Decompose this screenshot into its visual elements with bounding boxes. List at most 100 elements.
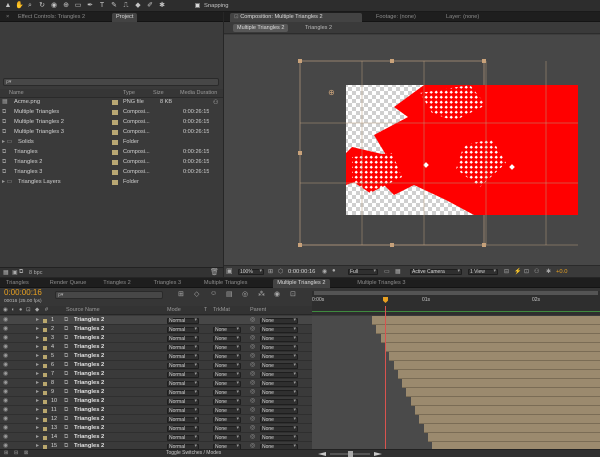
interpret-footage-icon[interactable]: ▦ bbox=[3, 269, 9, 276]
tab-timeline-0[interactable]: Triangles bbox=[2, 279, 33, 288]
visibility-eye-icon[interactable]: ◉ bbox=[3, 433, 8, 442]
new-comp-icon[interactable]: ⧉ bbox=[19, 269, 23, 276]
graph-editor-icon[interactable]: ⊡ bbox=[290, 290, 296, 298]
layer-row[interactable]: ◉ ▸ 13 ⧉ Triangles 2 Normal None ◎ None bbox=[0, 424, 312, 433]
label-color-swatch[interactable] bbox=[43, 345, 47, 350]
layer-duration-bar[interactable] bbox=[380, 334, 600, 343]
label-color-swatch[interactable] bbox=[43, 336, 47, 341]
column-mode[interactable]: Mode bbox=[167, 306, 181, 315]
project-list-item[interactable]: ▸ ▭ Solids Folder bbox=[0, 138, 223, 147]
trkmat-dropdown[interactable]: None bbox=[213, 371, 241, 378]
layer-name[interactable]: Triangles 2 bbox=[74, 406, 104, 415]
layer-row[interactable]: ◉ ▸ 10 ⧉ Triangles 2 Normal None ◎ None bbox=[0, 397, 312, 406]
playhead-handle[interactable] bbox=[383, 297, 388, 303]
pickwhip-icon[interactable]: ◎ bbox=[250, 316, 255, 325]
lock-icon[interactable]: ⊡ bbox=[26, 306, 31, 315]
visibility-eye-icon[interactable]: ◉ bbox=[3, 397, 8, 406]
expand-arrow-icon[interactable]: ▸ bbox=[36, 424, 39, 433]
layer-name[interactable]: Triangles 2 bbox=[74, 370, 104, 379]
mode-dropdown[interactable]: Normal bbox=[167, 389, 199, 396]
resolution-dropdown[interactable]: Full bbox=[348, 269, 378, 275]
parent-dropdown[interactable]: None bbox=[260, 353, 298, 360]
project-list-item[interactable]: ▸ ▭ Triangles Layers Folder bbox=[0, 178, 223, 187]
layer-row[interactable]: ◉ ▸ 8 ⧉ Triangles 2 Normal None ◎ None bbox=[0, 379, 312, 388]
layer-duration-bar[interactable] bbox=[410, 397, 600, 406]
exposure-value[interactable]: +0.0 bbox=[556, 266, 567, 278]
layer-name[interactable]: Triangles 2 bbox=[74, 361, 104, 370]
toggle-switches-modes-button[interactable]: Toggle Switches / Modes bbox=[166, 450, 221, 457]
parent-dropdown[interactable]: None bbox=[260, 398, 298, 405]
mask-visibility-icon[interactable]: ⬡ bbox=[278, 268, 283, 275]
layer-row[interactable]: ◉ ▸ 4 ⧉ Triangles 2 Normal None ◎ None bbox=[0, 343, 312, 352]
project-list-item[interactable]: ⧉ Multiple Triangles 3 Composi... 0:00:26:1… bbox=[0, 128, 223, 137]
zoom-slider-thumb[interactable] bbox=[348, 451, 353, 457]
expand-arrow-icon[interactable]: ▸ bbox=[36, 361, 39, 370]
tab-timeline-3[interactable]: Triangles 3 bbox=[150, 279, 185, 288]
mode-dropdown[interactable]: Normal bbox=[167, 344, 199, 351]
layer-duration-bar[interactable] bbox=[384, 343, 600, 352]
zoom-dropdown[interactable]: 100% bbox=[238, 269, 264, 275]
project-list-item[interactable]: ⧉ Triangles 3 Composi... 0:00:26:15 bbox=[0, 168, 223, 177]
visibility-eye-icon[interactable]: ◉ bbox=[3, 325, 8, 334]
label-color-swatch[interactable] bbox=[43, 327, 47, 332]
label-color-swatch[interactable] bbox=[43, 354, 47, 359]
column-t[interactable]: T bbox=[204, 306, 207, 315]
trkmat-dropdown[interactable]: None bbox=[213, 389, 241, 396]
draft-3d-icon[interactable]: ◇ bbox=[194, 290, 199, 298]
puppet-tool-icon[interactable]: ✱ bbox=[158, 2, 166, 10]
project-list-item[interactable]: ⧉ Triangles 2 Composi... 0:00:26:15 bbox=[0, 158, 223, 167]
parent-dropdown[interactable]: None bbox=[260, 362, 298, 369]
tab-timeline-5[interactable]: Multiple Triangles 2 bbox=[273, 279, 330, 288]
pen-tool-icon[interactable]: ✒ bbox=[86, 2, 94, 10]
trkmat-dropdown[interactable]: None bbox=[213, 344, 241, 351]
layer-duration-bar[interactable] bbox=[397, 370, 600, 379]
project-list-item[interactable]: ⧉ Multiple Triangles 2 Composi... 0:00:26:1… bbox=[0, 118, 223, 127]
zoom-in-icon[interactable] bbox=[374, 452, 382, 456]
tab-project[interactable]: Project bbox=[112, 13, 138, 22]
layer-row[interactable]: ◉ ▸ 14 ⧉ Triangles 2 Normal None ◎ None bbox=[0, 433, 312, 442]
visibility-eye-icon[interactable]: ◉ bbox=[3, 361, 8, 370]
parent-dropdown[interactable]: None bbox=[260, 371, 298, 378]
column-size[interactable]: Size bbox=[153, 89, 164, 98]
label-color-swatch[interactable] bbox=[112, 160, 118, 165]
expand-arrow-icon[interactable]: ▸ bbox=[36, 325, 39, 334]
mode-dropdown[interactable]: Normal bbox=[167, 434, 199, 441]
zoom-tool-icon[interactable]: ⌕ bbox=[26, 2, 34, 10]
snapshot-icon[interactable]: ◉ bbox=[322, 268, 327, 275]
trkmat-dropdown[interactable]: None bbox=[213, 335, 241, 342]
subtab-multiple-triangles-2[interactable]: Multiple Triangles 2 bbox=[233, 24, 289, 32]
label-color-swatch[interactable] bbox=[43, 390, 47, 395]
column-parent[interactable]: Parent bbox=[250, 306, 266, 315]
roto-brush-tool-icon[interactable]: ✐ bbox=[146, 2, 154, 10]
layer-row[interactable]: ◉ ▸ 5 ⧉ Triangles 2 Normal None ◎ None bbox=[0, 352, 312, 361]
visibility-eye-icon[interactable]: ◉ bbox=[3, 370, 8, 379]
mode-dropdown[interactable]: Normal bbox=[167, 353, 199, 360]
visibility-eye-icon[interactable]: ◉ bbox=[3, 415, 8, 424]
tab-timeline-2[interactable]: Triangles 2 bbox=[99, 279, 134, 288]
expand-arrow-icon[interactable]: ▸ bbox=[36, 433, 39, 442]
timeline-search-input[interactable]: ρ▾ bbox=[55, 291, 163, 299]
mask-tool-icon[interactable]: ▭ bbox=[74, 2, 82, 10]
layer-duration-bar[interactable] bbox=[419, 415, 600, 424]
parent-dropdown[interactable]: None bbox=[260, 317, 298, 324]
motion-blur-icon[interactable]: ◎ bbox=[242, 290, 248, 298]
layer-row[interactable]: ◉ ▸ 1 ⧉ Triangles 2 Normal ◎ None bbox=[0, 316, 312, 325]
visibility-eye-icon[interactable]: ◉ bbox=[3, 424, 8, 433]
label-color-swatch[interactable] bbox=[112, 140, 118, 145]
pickwhip-icon[interactable]: ◎ bbox=[250, 343, 255, 352]
zoom-out-icon[interactable] bbox=[318, 452, 326, 456]
layer-duration-bar[interactable] bbox=[389, 352, 600, 361]
eye-icon[interactable]: ◉ bbox=[3, 306, 8, 315]
trkmat-dropdown[interactable]: None bbox=[213, 425, 241, 432]
column-trkmat[interactable]: TrkMat bbox=[213, 306, 230, 315]
pickwhip-icon[interactable]: ◎ bbox=[250, 388, 255, 397]
camera-dropdown[interactable]: Active Camera bbox=[410, 269, 462, 275]
layer-name[interactable]: Triangles 2 bbox=[74, 316, 104, 325]
layer-duration-bar[interactable] bbox=[372, 316, 600, 325]
pickwhip-icon[interactable]: ◎ bbox=[250, 334, 255, 343]
label-color-swatch[interactable] bbox=[43, 435, 47, 440]
tab-composition[interactable]: ⊡ Composition: Multiple Triangles 2 bbox=[230, 13, 362, 22]
label-color-swatch[interactable] bbox=[112, 170, 118, 175]
tab-layer[interactable]: Layer: (none) bbox=[442, 13, 483, 22]
layer-duration-bar[interactable] bbox=[393, 361, 600, 370]
